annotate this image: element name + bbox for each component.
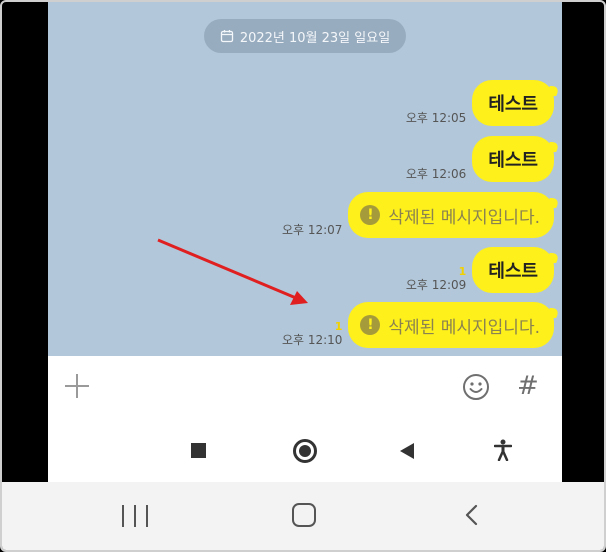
message-time: 오후 12:05 [405, 111, 467, 125]
message-input-bar[interactable]: # [48, 356, 562, 416]
plus-icon[interactable] [65, 374, 89, 398]
message-bubble[interactable]: 테스트 [472, 136, 554, 182]
chat-area[interactable]: 2022년 10월 23일 일요일 오후 12:05 테스트 오후 12:06 [48, 2, 562, 356]
system-nav-bar [2, 482, 604, 550]
accessibility-icon[interactable] [494, 439, 512, 461]
message-text: 테스트 [488, 261, 538, 282]
message-text: 테스트 [488, 150, 538, 171]
emoji-icon[interactable] [462, 373, 490, 401]
message-row: 오후 12:05 테스트 [406, 80, 554, 126]
message-time: 오후 12:07 [281, 223, 343, 237]
message-meta: 오후 12:06 [406, 167, 466, 182]
deleted-message-bubble[interactable]: ! 삭제된 메시지입니다. [348, 192, 554, 238]
message-meta: 오후 12:07 [282, 223, 342, 238]
message-text: 삭제된 메시지입니다. [388, 207, 540, 228]
back-triangle-icon[interactable] [400, 443, 414, 459]
unread-count: 1 [458, 265, 467, 278]
message-row: 1 오후 12:10 ! 삭제된 메시지입니다. [282, 302, 554, 348]
message-row: 오후 12:06 테스트 [406, 136, 554, 182]
hash-icon[interactable]: # [517, 371, 539, 401]
message-time: 오후 12:10 [281, 333, 343, 347]
recents-bar [122, 505, 124, 527]
unread-count: 1 [334, 320, 343, 333]
date-divider: 2022년 10월 23일 일요일 [204, 19, 406, 53]
recents-icon[interactable] [122, 505, 148, 527]
message-row: 1 오후 12:09 테스트 [406, 247, 554, 293]
home-icon[interactable] [292, 503, 316, 527]
message-text: 테스트 [488, 94, 538, 115]
calendar-icon [220, 30, 233, 43]
exclamation-icon: ! [360, 315, 381, 335]
message-bubble[interactable]: 테스트 [472, 80, 554, 126]
record-circle-icon[interactable] [293, 439, 317, 463]
date-label: 2022년 10월 23일 일요일 [239, 30, 391, 46]
message-meta: 1 오후 12:10 [282, 321, 342, 348]
message-text: 삭제된 메시지입니다. [388, 317, 540, 338]
message-meta: 오후 12:05 [406, 111, 466, 126]
message-bubble[interactable]: 테스트 [472, 247, 554, 293]
back-chevron-icon[interactable] [464, 504, 478, 526]
message-time: 오후 12:06 [405, 167, 467, 181]
message-row: 오후 12:07 ! 삭제된 메시지입니다. [282, 192, 554, 238]
message-time: 오후 12:09 [405, 278, 467, 292]
recents-bar [134, 505, 136, 527]
device-nav-bar [48, 416, 562, 482]
stop-square-icon[interactable] [191, 443, 206, 458]
phone-screen: 2022년 10월 23일 일요일 오후 12:05 테스트 오후 12:06 [48, 2, 562, 482]
screenshot-frame: 2022년 10월 23일 일요일 오후 12:05 테스트 오후 12:06 [0, 0, 606, 552]
recents-bar [146, 505, 148, 527]
message-meta: 1 오후 12:09 [406, 266, 466, 293]
exclamation-icon: ! [360, 205, 381, 225]
deleted-message-bubble[interactable]: ! 삭제된 메시지입니다. [348, 302, 554, 348]
